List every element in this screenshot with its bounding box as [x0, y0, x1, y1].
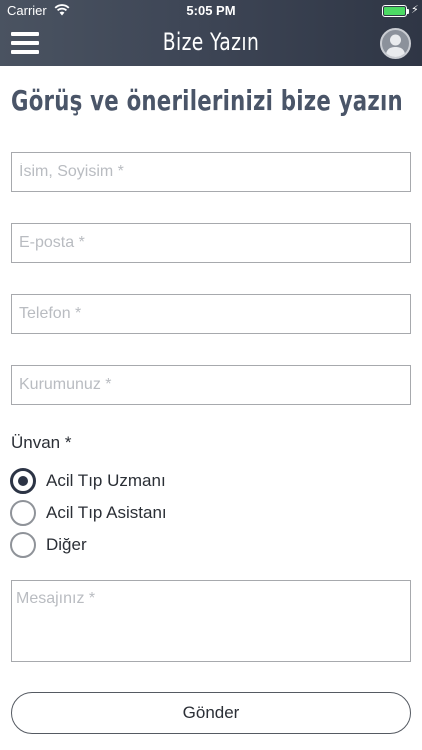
- radio-acil-tip-asistani[interactable]: Acil Tıp Asistanı: [10, 500, 310, 526]
- page-title: Bize Yazın: [162, 28, 260, 56]
- user-avatar-icon[interactable]: [380, 28, 411, 59]
- form-heading: Görüş ve önerilerinizi bize yazın: [11, 84, 403, 117]
- battery-nub: [407, 9, 409, 14]
- message-textarea[interactable]: [11, 580, 411, 662]
- radio-diger[interactable]: Diğer: [10, 532, 310, 558]
- bolt-icon: ⚡: [411, 4, 419, 16]
- radio-acil-tip-uzmani[interactable]: Acil Tıp Uzmanı: [10, 468, 310, 494]
- submit-button[interactable]: Gönder: [11, 692, 411, 734]
- status-time: 5:05 PM: [186, 3, 236, 18]
- radio-dot: [18, 476, 28, 486]
- hamburger-menu-icon[interactable]: [11, 32, 39, 54]
- app-header: Carrier 5:05 PM ⚡ Bize Yazın: [0, 0, 422, 66]
- radio-label: Acil Tıp Asistanı: [46, 503, 167, 522]
- radio-label: Acil Tıp Uzmanı: [46, 471, 166, 490]
- status-bar: Carrier 5:05 PM ⚡: [0, 0, 422, 22]
- radio-unselected-icon: [10, 500, 36, 526]
- battery-level: [384, 7, 405, 15]
- radio-label: Diğer: [46, 535, 87, 554]
- radio-unselected-icon: [10, 532, 36, 558]
- title-label: Ünvan *: [11, 433, 72, 452]
- navigation-bar: Bize Yazın: [0, 22, 422, 66]
- name-input[interactable]: [11, 152, 411, 192]
- email-input[interactable]: [11, 223, 411, 263]
- institution-input[interactable]: [11, 365, 411, 405]
- radio-selected-icon: [10, 468, 36, 494]
- phone-input[interactable]: [11, 294, 411, 334]
- battery-icon: [382, 5, 407, 17]
